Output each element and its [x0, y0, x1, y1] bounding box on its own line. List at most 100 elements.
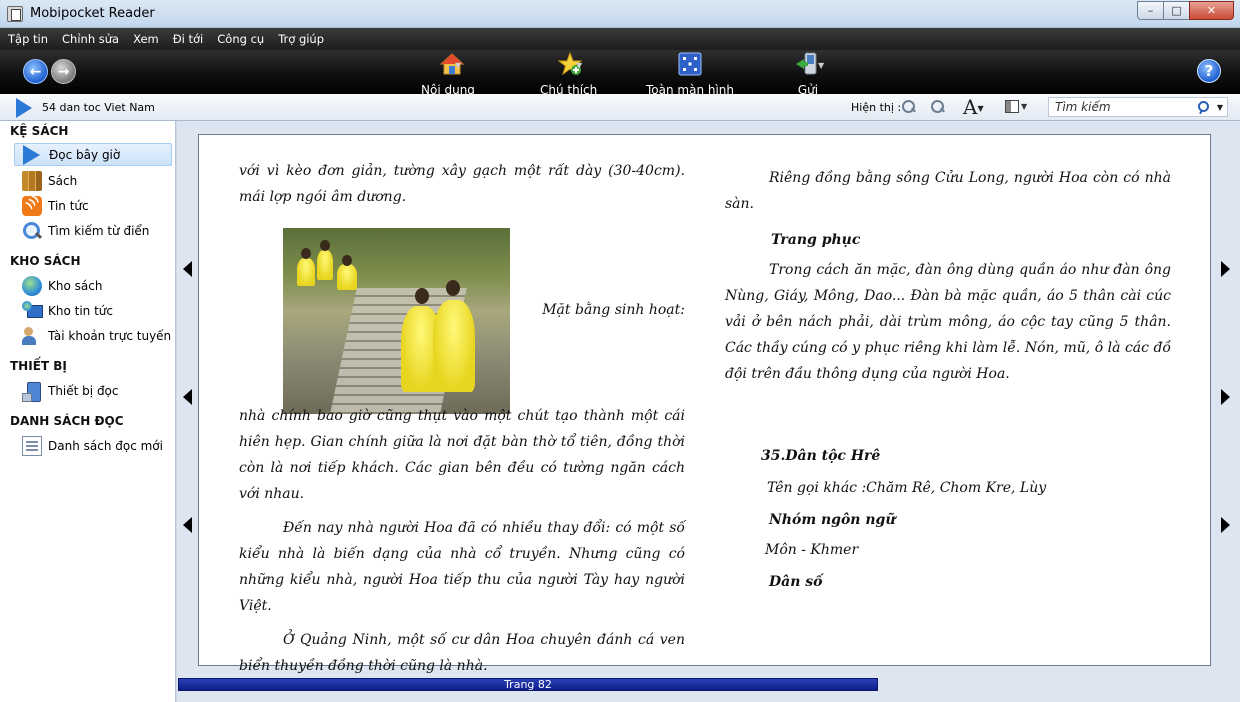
main-toolbar: ← → ▼ Nội dung ▼ Chú thích Toàn màn hình [0, 50, 1240, 97]
app-icon [7, 6, 23, 22]
rss-icon [22, 195, 42, 216]
left-column: với vì kèo đơn giản, tường xây gạch một … [239, 158, 685, 210]
back-arrow-icon[interactable]: ← [23, 59, 48, 84]
paragraph: Trong cách ăn mặc, đàn ông dùng quần áo … [725, 262, 1171, 382]
sidebar-item-label: Kho sách [48, 278, 103, 293]
section-heading: 35.Dân tộc Hrê [761, 448, 881, 464]
book-page: với vì kèo đơn giản, tường xây gạch một … [198, 134, 1211, 674]
menu-bar: Tập tin Chỉnh sửa Xem Đi tới Công cụ Trợ… [0, 28, 1240, 50]
close-button[interactable]: ✕ [1189, 1, 1234, 20]
send-button[interactable]: ▼ Gửi [796, 52, 824, 97]
book-info-bar: 54 dan toc Viet Nam Hiện thị : A▼ ▼ ▼ [0, 94, 1240, 121]
next-page-arrow-icon[interactable] [1221, 261, 1230, 277]
prev-page-arrow-icon[interactable] [183, 517, 192, 533]
chevron-down-icon: ▼ [818, 61, 825, 70]
font-size-icon[interactable]: A▼ [963, 95, 984, 119]
users-icon [22, 326, 42, 346]
zoom-in-icon[interactable] [931, 100, 945, 114]
reading-list-icon [22, 435, 42, 456]
sidebar-item-label: Sách [48, 173, 78, 188]
prev-page-arrow-icon[interactable] [183, 261, 192, 277]
illustration-photo [283, 228, 510, 414]
reading-area: với vì kèo đơn giản, tường xây gạch một … [177, 121, 1240, 676]
help-icon[interactable]: ? [1197, 59, 1221, 83]
send-icon [796, 52, 817, 75]
book-title: 54 dan toc Viet Nam [42, 101, 155, 114]
sidebar-item-bookstore[interactable]: Kho sách [14, 274, 172, 297]
sidebar-item-new-reading-list[interactable]: Danh sách đọc mới [14, 434, 172, 457]
next-page-arrow-icon[interactable] [1221, 517, 1230, 533]
status-bar: Trang 82 [177, 676, 1240, 702]
globe-icon [22, 275, 42, 296]
sidebar-item-label: Danh sách đọc mới [48, 438, 163, 453]
sidebar-item-dictionary-search[interactable]: Tìm kiếm từ điển [14, 219, 172, 242]
window-title: Mobipocket Reader [30, 6, 155, 21]
menu-view[interactable]: Xem [133, 32, 159, 46]
menu-tools[interactable]: Công cụ [217, 32, 264, 46]
books-icon [22, 170, 42, 191]
sidebar-item-news[interactable]: Tin tức [14, 194, 172, 217]
search-icon[interactable] [1198, 101, 1209, 112]
search-box: ▼ [1048, 97, 1228, 117]
paragraph: Đến nay nhà người Hoa đã có nhiều thay đ… [239, 520, 685, 614]
menu-help[interactable]: Trợ giúp [278, 32, 324, 46]
chevron-down-icon: ▼ [455, 61, 462, 70]
sidebar-item-books[interactable]: Sách [14, 169, 172, 192]
caption-block: Mặt bằng sinh hoạt: [517, 297, 685, 323]
fullscreen-icon [678, 52, 702, 76]
sidebar-item-label: Kho tin tức [48, 303, 113, 318]
maximize-button[interactable]: □ [1163, 1, 1190, 20]
section-title: DANH SÁCH ĐỌC [10, 414, 124, 428]
contents-button[interactable]: ▼ Nội dung [421, 52, 475, 97]
sidebar-item-label: Tài khoản trực tuyến [48, 328, 172, 343]
fullscreen-button[interactable]: Toàn màn hình [646, 52, 734, 97]
device-icon [22, 381, 42, 402]
sidebar-item-label: Đọc bây giờ [49, 147, 121, 162]
paragraph: Môn - Khmer [765, 542, 859, 558]
section-title: THIẾT BỊ [10, 359, 67, 373]
caption-text: Mặt bằng sinh hoạt: [542, 302, 685, 318]
sidebar-item-read-now[interactable]: Đọc bây giờ [14, 143, 172, 166]
section-heading: Nhóm ngôn ngữ [769, 512, 896, 528]
section-title: KHO SÁCH [10, 254, 81, 268]
paragraph: Ở Quảng Ninh, một số cư dân Hoa chuyên đ… [239, 632, 685, 674]
sidebar-item-reading-device[interactable]: Thiết bị đọc [14, 379, 172, 402]
section-heading: Dân số [769, 574, 823, 590]
prev-page-arrow-icon[interactable] [183, 389, 192, 405]
chevron-down-icon[interactable]: ▼ [1217, 103, 1223, 112]
play-icon [23, 144, 40, 165]
right-column: Riêng đồng bằng sông Cửu Long, người Hoa… [725, 165, 1171, 595]
forward-arrow-icon[interactable]: → [51, 59, 76, 84]
news-store-icon [22, 300, 43, 321]
dictionary-search-icon [22, 221, 42, 241]
sidebar-item-label: Tin tức [48, 198, 89, 213]
page-layout-icon[interactable] [1005, 100, 1019, 113]
menu-file[interactable]: Tập tin [8, 32, 48, 46]
section-title: KỆ SÁCH [10, 124, 69, 138]
library-sidebar: KỆ SÁCH Đọc bây giờ Sách Tin tức Tìm kiế… [0, 121, 176, 702]
paragraph: Tên gọi khác :Chăm Rê, Chom Kre, Lùy [767, 480, 1047, 496]
annotations-button[interactable]: ▼ Chú thích [540, 52, 597, 97]
paragraph: với vì kèo đơn giản, tường xây gạch một … [239, 163, 685, 205]
paragraph: Riêng đồng bằng sông Cửu Long, người Hoa… [725, 170, 1171, 212]
search-input[interactable] [1049, 98, 1189, 116]
chevron-down-icon[interactable]: ▼ [1021, 102, 1027, 111]
view-label: Hiện thị : [851, 101, 902, 114]
title-bar: Mobipocket Reader – □ ✕ [0, 0, 1240, 28]
menu-edit[interactable]: Chỉnh sửa [62, 32, 119, 46]
paragraph: nhà chính bao giờ cũng thụt vào một chút… [239, 408, 685, 502]
window-controls: – □ ✕ [1137, 1, 1234, 20]
next-page-arrow-icon[interactable] [1221, 389, 1230, 405]
sidebar-item-online-account[interactable]: Tài khoản trực tuyến [14, 324, 172, 347]
menu-go[interactable]: Đi tới [173, 32, 204, 46]
page-progress-bar[interactable]: Trang 82 [178, 678, 878, 691]
play-icon[interactable] [16, 98, 32, 118]
chevron-down-icon: ▼ [576, 61, 583, 70]
sidebar-item-label: Thiết bị đọc [48, 383, 119, 398]
left-column-lower: nhà chính bao giờ cũng thụt vào một chút… [239, 403, 685, 679]
zoom-out-icon[interactable] [902, 100, 916, 114]
sidebar-item-news-store[interactable]: Kho tin tức [14, 299, 172, 322]
section-heading: Trang phục [771, 232, 861, 248]
minimize-button[interactable]: – [1137, 1, 1164, 20]
sidebar-item-label: Tìm kiếm từ điển [48, 223, 150, 238]
